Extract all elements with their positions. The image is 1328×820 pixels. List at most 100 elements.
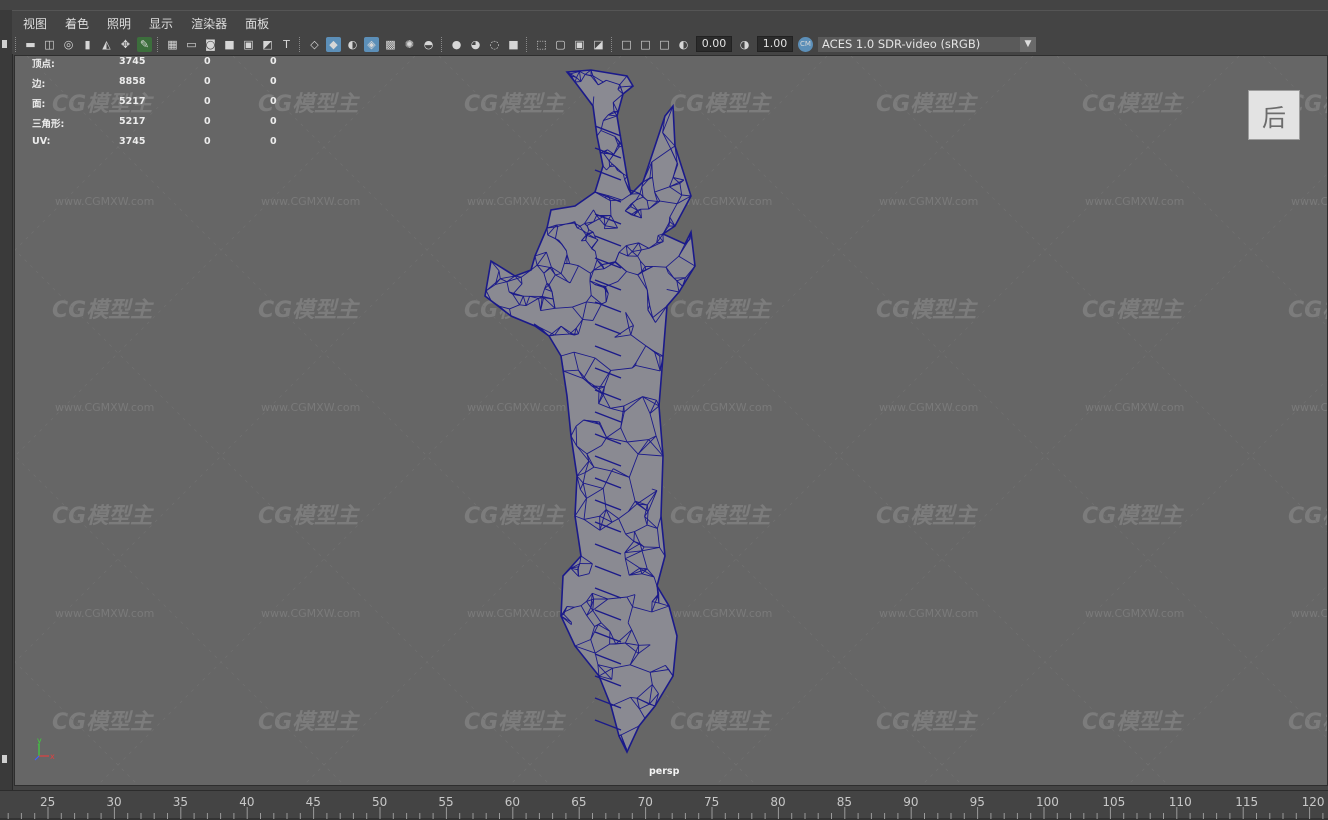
time-tick-label: 60: [505, 795, 520, 809]
camera-name-label: persp: [649, 766, 679, 777]
poly-count-hud: 顶点:374500边:885800面:521700三角形:521700UV:37…: [32, 56, 292, 156]
panel-toolbar: ▬◫◎▮◭✥✎▦▭◙■▣◩T◇◆◐◈▩✺◓●◕◌■⬚▢▣◪□□□ ◐ 0.00 …: [12, 34, 1328, 54]
hud-label: 三角形:: [32, 116, 64, 130]
multisample-aa-icon[interactable]: ◌: [487, 37, 502, 52]
textured-icon[interactable]: ▩: [383, 37, 398, 52]
grease-pencil-icon[interactable]: ✎: [137, 37, 152, 52]
xray-active-components-icon[interactable]: ▣: [572, 37, 587, 52]
shadows-icon[interactable]: ◓: [421, 37, 436, 52]
color-management-icon[interactable]: CM: [798, 37, 813, 52]
hud-value: 0: [270, 116, 277, 127]
hud-value: 0: [204, 136, 211, 147]
menu-renderer[interactable]: 渲染器: [180, 15, 234, 32]
gamma-field[interactable]: 1.00: [757, 36, 793, 52]
bookmarks-icon[interactable]: ◎: [61, 37, 76, 52]
mesh-edge: [576, 426, 577, 446]
time-tick-label: 55: [438, 795, 453, 809]
3d-viewport[interactable]: CG模型主CG模型主CG模型主CG模型主CG模型主CG模型主CG模型主CG模型主…: [14, 55, 1328, 786]
left-panel-edge: [0, 10, 13, 790]
toolbar-separator: [526, 37, 529, 52]
mesh-edge: [566, 251, 567, 255]
screen-space-ao-icon[interactable]: ●: [449, 37, 464, 52]
mesh-edge: [603, 286, 606, 287]
hud-value: 0: [204, 116, 211, 127]
hud-row: 边:885800: [32, 76, 292, 96]
grid-icon[interactable]: ▦: [165, 37, 180, 52]
hud-value: 3745: [119, 56, 145, 67]
menu-show[interactable]: 显示: [138, 15, 180, 32]
isolate-select-icon[interactable]: ⬚: [534, 37, 549, 52]
time-tick-label: 65: [571, 795, 586, 809]
time-tick-label: 30: [106, 795, 121, 809]
hud-value: 5217: [119, 116, 145, 127]
hud-value: 8858: [119, 76, 145, 87]
sword-silhouette[interactable]: [485, 70, 695, 752]
hud-row: UV:374500: [32, 136, 292, 156]
2d-pan-zoom-icon[interactable]: ✥: [118, 37, 133, 52]
bookmark-icon[interactable]: ▮: [80, 37, 95, 52]
axis-x-label: x: [50, 752, 55, 761]
edge-marker: [2, 40, 7, 48]
toolbar-separator: [441, 37, 444, 52]
axis-y-label: y: [37, 736, 42, 745]
mesh-edge: [644, 547, 660, 548]
time-tick-label: 110: [1169, 795, 1192, 809]
use-all-lights-icon[interactable]: ✺: [402, 37, 417, 52]
safe-action-icon[interactable]: ◩: [260, 37, 275, 52]
time-tick-label: 120: [1302, 795, 1325, 809]
hud-value: 0: [204, 76, 211, 87]
viewcube[interactable]: 后: [1248, 90, 1300, 140]
menu-view[interactable]: 视图: [12, 15, 54, 32]
exposure-icon[interactable]: ◐: [676, 37, 691, 52]
wireframe-on-shaded-icon[interactable]: ◈: [364, 37, 379, 52]
color-space-dropdown[interactable]: ACES 1.0 SDR-video (sRGB) ▼: [818, 37, 1036, 52]
edge-marker: [2, 755, 7, 763]
xray-joints-icon[interactable]: ◪: [591, 37, 606, 52]
gate-mask-icon[interactable]: ■: [222, 37, 237, 52]
hud-value: 3745: [119, 136, 145, 147]
axis-gizmo: y x: [29, 736, 59, 766]
default-material-icon[interactable]: ◐: [345, 37, 360, 52]
toolbar-grip[interactable]: [15, 37, 18, 52]
smooth-shade-all-icon[interactable]: ◆: [326, 37, 341, 52]
time-tick-label: 105: [1102, 795, 1125, 809]
mesh-edge: [604, 226, 605, 229]
mesh-edge: [674, 278, 686, 279]
chevron-down-icon[interactable]: ▼: [1020, 37, 1036, 52]
exposure-icon[interactable]: □: [619, 37, 634, 52]
gamma-icon[interactable]: ◑: [737, 37, 752, 52]
select-camera-icon[interactable]: ▬: [23, 37, 38, 52]
time-tick-label: 25: [40, 795, 55, 809]
hud-value: 0: [270, 56, 277, 67]
time-tick-label: 35: [173, 795, 188, 809]
resolution-gate-icon[interactable]: ◙: [203, 37, 218, 52]
depth-of-field-icon[interactable]: ■: [506, 37, 521, 52]
time-tick-label: 90: [903, 795, 918, 809]
field-chart-icon[interactable]: ▣: [241, 37, 256, 52]
hud-row: 三角形: 5217 0 0: [32, 116, 292, 136]
wireframe-icon[interactable]: ◇: [307, 37, 322, 52]
safe-title-icon[interactable]: T: [279, 37, 294, 52]
mesh-edge: [625, 553, 626, 559]
menu-panels[interactable]: 面板: [234, 15, 276, 32]
color-management-icon[interactable]: □: [657, 37, 672, 52]
time-slider[interactable]: 2530354045505560657075808590951001051101…: [0, 790, 1328, 820]
film-gate-icon[interactable]: ▭: [184, 37, 199, 52]
image-plane-icon[interactable]: ◭: [99, 37, 114, 52]
hud-value: 0: [270, 96, 277, 107]
hud-value: 5217: [119, 96, 145, 107]
sword-model-wireframe[interactable]: [15, 56, 1328, 786]
xray-icon[interactable]: ▢: [553, 37, 568, 52]
menu-shading[interactable]: 着色: [54, 15, 96, 32]
time-tick-label: 95: [970, 795, 985, 809]
menu-lighting[interactable]: 照明: [96, 15, 138, 32]
hud-label: UV:: [32, 136, 50, 147]
time-tick-label: 80: [770, 795, 785, 809]
gamma-icon[interactable]: □: [638, 37, 653, 52]
panel-menubar: 视图着色照明显示渲染器面板: [12, 10, 1328, 35]
motion-blur-icon[interactable]: ◕: [468, 37, 483, 52]
camera-attributes-icon[interactable]: ◫: [42, 37, 57, 52]
exposure-field[interactable]: 0.00: [696, 36, 732, 52]
time-tick-label: 45: [306, 795, 321, 809]
time-ruler[interactable]: 2530354045505560657075808590951001051101…: [0, 791, 1328, 820]
